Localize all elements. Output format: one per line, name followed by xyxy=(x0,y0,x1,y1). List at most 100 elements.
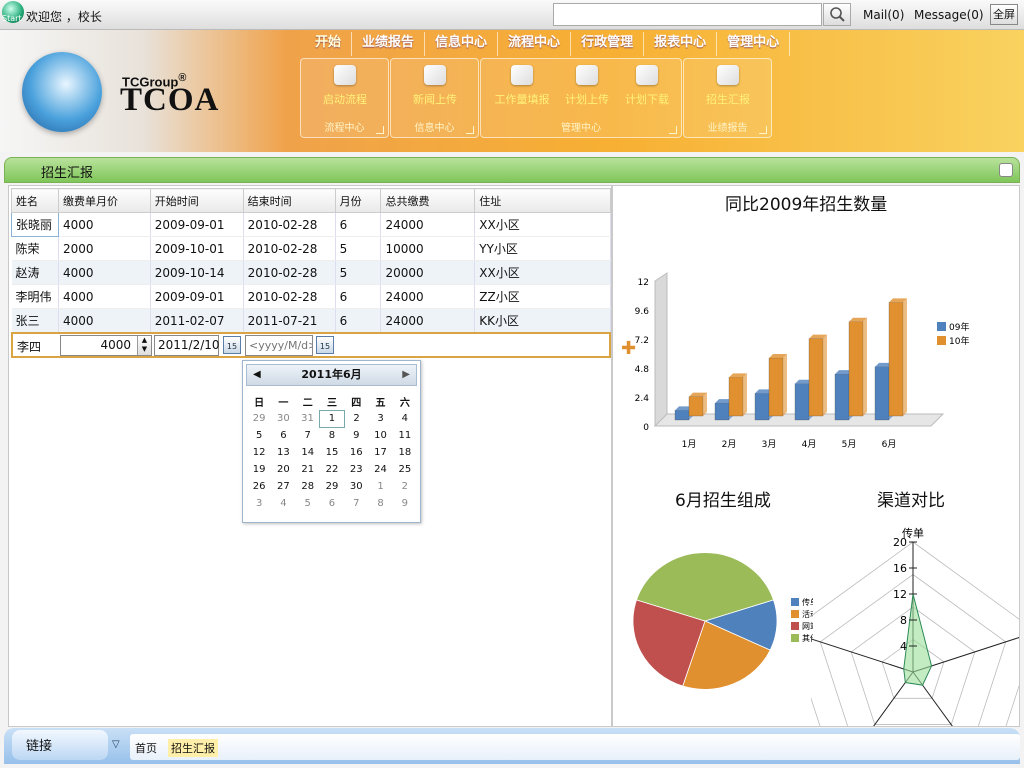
start-process-button[interactable]: 启动流程 xyxy=(315,65,375,107)
breadcrumb-current[interactable]: 招生汇报 xyxy=(168,739,218,757)
cell[interactable]: 5 xyxy=(335,236,382,261)
calendar-day[interactable]: 17 xyxy=(368,444,392,461)
calendar-day[interactable]: 30 xyxy=(344,478,368,495)
cell[interactable]: 24000 xyxy=(380,308,476,333)
calendar-day[interactable]: 6 xyxy=(271,427,295,444)
cell[interactable]: 5 xyxy=(335,260,382,285)
calendar-day[interactable]: 31 xyxy=(296,410,320,427)
plan-download-button[interactable]: 计划下载 xyxy=(617,65,677,107)
cell[interactable]: 10000 xyxy=(380,236,476,261)
calendar-day[interactable]: 26 xyxy=(247,478,271,495)
upload-news-button[interactable]: 新闻上传 xyxy=(405,65,465,107)
calendar-day[interactable]: 29 xyxy=(247,410,271,427)
calendar-day[interactable]: 20 xyxy=(271,461,295,478)
calendar-day[interactable]: 10 xyxy=(368,427,392,444)
calendar-day[interactable]: 22 xyxy=(320,461,344,478)
cell[interactable]: 赵涛 xyxy=(11,260,59,285)
cell[interactable]: 6 xyxy=(335,212,382,237)
calendar-day[interactable]: 7 xyxy=(344,495,368,512)
cell[interactable]: 2010-02-28 xyxy=(243,212,336,237)
calendar-day[interactable]: 24 xyxy=(368,461,392,478)
calendar-next-month-icon[interactable]: ▶ xyxy=(402,365,410,385)
calendar-prev-month-icon[interactable]: ◀ xyxy=(253,365,261,385)
cell[interactable]: 2009-10-14 xyxy=(150,260,244,285)
nav-tab-performance[interactable]: 业绩报告 xyxy=(352,32,426,56)
calendar-day[interactable]: 6 xyxy=(320,495,344,512)
col-header-address[interactable]: 住址 xyxy=(474,188,611,213)
calendar-day[interactable]: 25 xyxy=(393,461,417,478)
cell[interactable]: ZZ小区 xyxy=(474,284,611,309)
expand-corner-icon[interactable] xyxy=(759,126,767,134)
cell[interactable]: YY小区 xyxy=(474,236,611,261)
edit-name-cell[interactable]: 李四 xyxy=(17,338,41,355)
end-date-calendar-icon[interactable]: 15 xyxy=(316,336,334,354)
calendar-day[interactable]: 15 xyxy=(320,444,344,461)
breadcrumb-home[interactable]: 首页 xyxy=(135,740,157,756)
cell[interactable]: 2000 xyxy=(58,236,151,261)
calendar-day[interactable]: 8 xyxy=(320,427,344,444)
cell[interactable]: 2010-02-28 xyxy=(243,260,336,285)
calendar-day[interactable]: 30 xyxy=(271,410,295,427)
calendar-day[interactable]: 21 xyxy=(296,461,320,478)
calendar-day[interactable]: 8 xyxy=(368,495,392,512)
calendar-day[interactable]: 19 xyxy=(247,461,271,478)
start-date-input[interactable]: 2011/2/10 xyxy=(154,335,220,356)
calendar-day[interactable]: 5 xyxy=(296,495,320,512)
calendar-day[interactable]: 12 xyxy=(247,444,271,461)
cell[interactable]: 6 xyxy=(335,284,382,309)
calendar-day[interactable]: 4 xyxy=(393,410,417,427)
col-header-total[interactable]: 总共缴费 xyxy=(380,188,476,213)
cell[interactable]: 2009-10-01 xyxy=(150,236,244,261)
col-header-start[interactable]: 开始时间 xyxy=(149,188,244,213)
cell[interactable]: 4000 xyxy=(58,284,151,309)
table-row[interactable]: 李明伟 4000 2009-09-01 2010-02-28 6 24000 ZZ小区 xyxy=(11,284,611,309)
nav-tab-start[interactable]: 开始 xyxy=(305,32,353,56)
nav-tab-management[interactable]: 管理中心 xyxy=(717,32,791,56)
cell[interactable]: 张晓丽 xyxy=(11,212,59,237)
col-header-months[interactable]: 月份 xyxy=(334,188,382,213)
chevron-down-icon[interactable]: ▽ xyxy=(112,739,124,751)
calendar-day[interactable]: 13 xyxy=(271,444,295,461)
cell[interactable]: 张三 xyxy=(11,308,59,333)
calendar-day[interactable]: 11 xyxy=(393,427,417,444)
cell[interactable]: XX小区 xyxy=(474,212,611,237)
plan-upload-button[interactable]: 计划上传 xyxy=(557,65,617,107)
cell[interactable]: 2011-02-07 xyxy=(150,308,244,333)
calendar-day[interactable]: 3 xyxy=(368,410,392,427)
expand-corner-icon[interactable] xyxy=(466,126,474,134)
end-date-input[interactable] xyxy=(245,335,313,356)
table-row[interactable]: 赵涛 4000 2009-10-14 2010-02-28 5 20000 XX小区 xyxy=(11,260,611,285)
enrollment-report-button[interactable]: 招生汇报 xyxy=(698,65,758,107)
search-button[interactable] xyxy=(823,3,851,26)
calendar-day[interactable]: 29 xyxy=(320,478,344,495)
cell[interactable]: 2010-02-28 xyxy=(243,284,336,309)
calendar-day[interactable]: 27 xyxy=(271,478,295,495)
expand-corner-icon[interactable] xyxy=(376,126,384,134)
cell[interactable]: XX小区 xyxy=(474,260,611,285)
nav-tab-admin[interactable]: 行政管理 xyxy=(571,32,645,56)
cell[interactable]: 4000 xyxy=(58,212,151,237)
calendar-day[interactable]: 5 xyxy=(247,427,271,444)
col-header-price[interactable]: 缴费单月价 xyxy=(57,188,151,213)
cell[interactable]: 2009-09-01 xyxy=(150,284,244,309)
fullscreen-button[interactable]: 全屏 xyxy=(990,4,1018,25)
expand-corner-icon[interactable] xyxy=(669,126,677,134)
calendar-day[interactable]: 1 xyxy=(319,409,345,428)
calendar-day[interactable]: 18 xyxy=(393,444,417,461)
panel-maximize-button[interactable] xyxy=(999,163,1013,177)
start-date-calendar-icon[interactable]: 15 xyxy=(223,336,241,354)
cell[interactable]: 李明伟 xyxy=(11,284,59,309)
search-input[interactable] xyxy=(553,3,822,26)
col-header-end[interactable]: 结束时间 xyxy=(242,188,336,213)
add-plus-icon[interactable]: ✚ xyxy=(621,338,636,359)
message-link[interactable]: Message(0) xyxy=(914,8,984,22)
calendar-day[interactable]: 4 xyxy=(271,495,295,512)
price-spinner-arrows-icon[interactable]: ▲ ▼ xyxy=(137,336,151,355)
start-button[interactable]: Start xyxy=(2,1,24,23)
cell[interactable]: 24000 xyxy=(380,284,476,309)
cell[interactable]: 2010-02-28 xyxy=(243,236,336,261)
calendar-day[interactable]: 14 xyxy=(296,444,320,461)
links-button[interactable]: 链接 xyxy=(12,730,108,760)
calendar-day[interactable]: 7 xyxy=(296,427,320,444)
calendar-day[interactable]: 23 xyxy=(344,461,368,478)
